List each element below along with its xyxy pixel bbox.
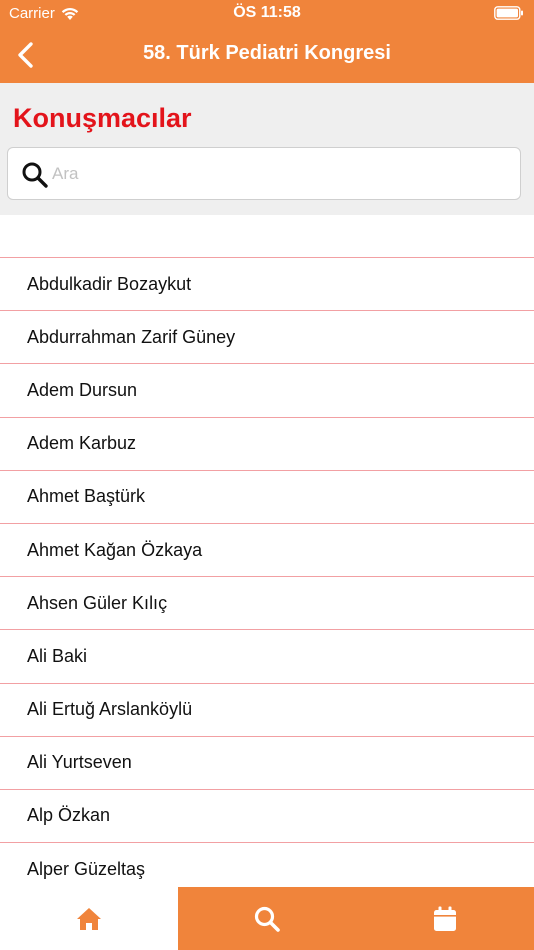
list-item[interactable]: Alp Özkan (0, 790, 534, 844)
speaker-list[interactable]: Abdulkadir Bozaykut Abdurrahman Zarif Gü… (0, 215, 534, 887)
list-item[interactable]: Ali Baki (0, 630, 534, 684)
list-item[interactable]: Ahsen Güler Kılıç (0, 577, 534, 631)
tab-search[interactable] (178, 887, 356, 950)
list-section-spacer (0, 215, 534, 258)
list-item[interactable]: Abdulkadir Bozaykut (0, 258, 534, 312)
search-bar[interactable] (7, 147, 521, 200)
search-icon (22, 162, 48, 188)
status-time: ÖS 11:58 (233, 4, 301, 21)
battery-icon (494, 6, 523, 20)
tab-bar (0, 887, 534, 950)
list-header: Konuşmacılar (0, 83, 534, 215)
home-icon (77, 907, 101, 930)
search-input[interactable] (52, 158, 492, 190)
status-bar: Carrier ÖS 11:58 (0, 0, 534, 28)
list-item[interactable]: Ali Ertuğ Arslanköylü (0, 684, 534, 737)
navigation-bar: 58. Türk Pediatri Kongresi (0, 28, 534, 83)
tab-home[interactable] (0, 887, 178, 950)
list-item[interactable]: Adem Karbuz (0, 418, 534, 471)
list-item[interactable]: Ahmet Baştürk (0, 471, 534, 524)
list-item[interactable]: Abdurrahman Zarif Güney (0, 311, 534, 365)
list-item[interactable]: Ahmet Kağan Özkaya (0, 524, 534, 578)
search-icon (254, 906, 280, 932)
calendar-icon (434, 906, 456, 931)
nav-title: 58. Türk Pediatri Kongresi (143, 42, 391, 64)
list-item[interactable]: Adem Dursun (0, 364, 534, 418)
list-item[interactable]: Ali Yurtseven (0, 737, 534, 790)
tab-calendar[interactable] (356, 887, 534, 950)
page-title: Konuşmacılar (13, 103, 192, 133)
list-item[interactable]: Alper Güzeltaş (0, 843, 534, 887)
